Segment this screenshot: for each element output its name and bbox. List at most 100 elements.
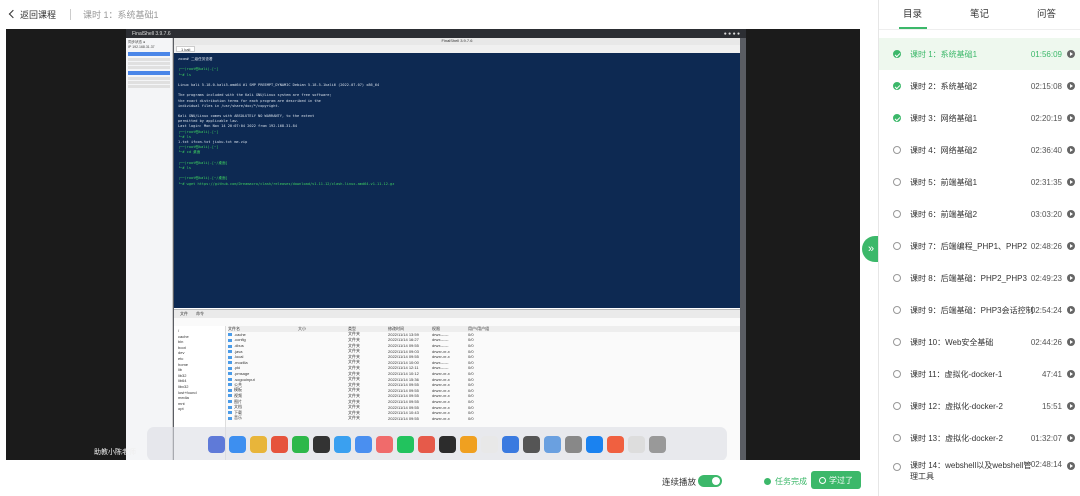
lesson-title: 课时 7：后端编程_PHP1、PHP2 [910, 241, 1027, 251]
back-to-course-link[interactable]: 返回课程 [8, 8, 56, 21]
lesson-duration: 02:31:35 [1030, 177, 1062, 187]
file-cell: drwxr-xr-x [432, 404, 450, 410]
play-icon[interactable] [1067, 462, 1075, 470]
file-name: .local [228, 354, 298, 359]
lesson-item[interactable]: 课时 5：前端基础1 02:31:35 [879, 166, 1080, 198]
folder-icon [228, 372, 232, 376]
check-circle-icon [893, 82, 901, 90]
play-icon[interactable] [1067, 434, 1075, 442]
video-player[interactable]: FinalShell 3.9.7.6 ● ● ● ● 同步状态 ● IP 192… [6, 29, 860, 460]
lesson-title: 课时 11：虚拟化-docker-1 [910, 369, 1003, 379]
learned-button[interactable]: 学过了 [811, 471, 861, 489]
process-bar [128, 85, 170, 88]
play-icon[interactable] [1067, 50, 1075, 58]
finalshell-sidebar: 同步状态 ● IP 192.168.31.37 [126, 38, 173, 460]
lesson-duration: 02:48:14 [1030, 460, 1062, 469]
file-manager-tabs: 文件 命令 [174, 310, 740, 318]
tab-notes[interactable]: 笔记 [946, 0, 1013, 29]
lesson-item[interactable]: 课时 4：网络基础2 02:36:40 [879, 134, 1080, 166]
file-cell: 0/0 [468, 399, 474, 405]
file-cell: drwxr-xr-x [432, 354, 450, 360]
menubar-app-name: FinalShell 3.9.7.6 [132, 30, 171, 37]
lesson-duration: 47:41 [1041, 369, 1062, 379]
lesson-item[interactable]: 课时 8：后端基础：PHP2_PHP3 02:49:23 [879, 262, 1080, 294]
play-icon[interactable] [1067, 146, 1075, 154]
folder-icon [228, 394, 232, 398]
lesson-item[interactable]: 课时 11：虚拟化-docker-1 47:41 [879, 358, 1080, 390]
folder-icon [228, 361, 232, 365]
lesson-item[interactable]: 课时 9：后端基础：PHP3会话控制 02:54:24 [879, 294, 1080, 326]
empty-circle-icon [893, 146, 901, 154]
lesson-item[interactable]: 课时 10：Web安全基础 02:44:26 [879, 326, 1080, 358]
lesson-title: 课时 13：虚拟化-docker-2 [910, 433, 1003, 443]
column-header: 用户/用户组 [468, 325, 490, 331]
file-cell: drwxr-xr-x [432, 371, 450, 377]
lesson-duration: 02:48:26 [1030, 241, 1062, 251]
double-chevron-right-icon: » [867, 243, 875, 255]
play-icon[interactable] [1067, 402, 1075, 410]
play-icon[interactable] [1067, 82, 1075, 90]
autoplay-toggle[interactable] [698, 475, 722, 487]
file-cell: 文件夹 [348, 415, 360, 421]
file-cell: drwx------ [432, 359, 449, 365]
file-cell: 2022/11/14 09:55 [388, 393, 419, 399]
lesson-title: 课时 2：系统基础2 [910, 81, 978, 91]
lesson-item[interactable]: 课时 6：前端基础2 03:03:20 [879, 198, 1080, 230]
file-tab: 文件 [180, 311, 188, 316]
file-cell: 0/0 [468, 354, 474, 360]
dock-app-icon [334, 435, 351, 453]
play-icon[interactable] [1067, 210, 1075, 218]
command-tab: 命令 [196, 311, 204, 316]
lesson-duration: 02:36:40 [1030, 145, 1062, 155]
lesson-duration: 03:03:20 [1030, 209, 1062, 219]
play-icon[interactable] [1067, 338, 1075, 346]
tab-catalog[interactable]: 目录 [879, 0, 946, 29]
lesson-duration: 01:32:07 [1030, 433, 1062, 443]
file-cell: 0/0 [468, 365, 474, 371]
lesson-title: 课时 8：后端基础：PHP2_PHP3 [910, 273, 1027, 283]
check-circle-icon [893, 114, 901, 122]
play-icon[interactable] [1067, 114, 1075, 122]
lesson-title: 课时 10：Web安全基础 [910, 337, 994, 347]
folder-icon [228, 411, 232, 415]
process-bar [128, 81, 170, 84]
terminal-tabs: 1 kali [174, 45, 740, 53]
sysinfo-line: IP 192.168.31.37 [128, 45, 155, 49]
lesson-title: 课时 4：网络基础2 [910, 145, 978, 155]
empty-circle-icon [893, 274, 901, 282]
file-name-text: 文档 [234, 404, 242, 410]
play-icon[interactable] [1067, 274, 1075, 282]
play-icon[interactable] [1067, 306, 1075, 314]
check-circle-icon [764, 478, 771, 485]
divider [70, 8, 72, 20]
folder-icon [228, 383, 232, 387]
file-cell: drwxr-xr-x [432, 348, 450, 354]
empty-circle-icon [893, 338, 901, 346]
file-cell: 0/0 [468, 382, 474, 388]
lesson-item[interactable]: 课时 14：webshell以及webshell管理工具 02:48:14 [879, 454, 1080, 494]
dock-app-icon [586, 435, 603, 453]
tab-qa[interactable]: 问答 [1013, 0, 1080, 29]
file-name-text: 下载 [234, 409, 242, 415]
file-cell: 2022/11/14 10:43 [388, 410, 419, 416]
file-cell: 2022/11/14 09:55 [388, 343, 419, 349]
file-name-text: 公共 [234, 381, 242, 387]
play-icon[interactable] [1067, 370, 1075, 378]
play-icon[interactable] [1067, 178, 1075, 186]
file-cell: 2022/11/14 15:36 [388, 376, 419, 382]
file-cell: drwxr-xr-x [432, 393, 450, 399]
play-icon[interactable] [1067, 242, 1075, 250]
folder-icon [228, 366, 232, 370]
lesson-item[interactable]: 课时 3：网络基础1 02:20:19 [879, 102, 1080, 134]
file-cell: 2022/11/14 09:55 [388, 382, 419, 388]
lesson-item[interactable]: 课时 7：后端编程_PHP1、PHP2 02:48:26 [879, 230, 1080, 262]
process-header [128, 71, 170, 75]
lesson-item[interactable]: 课时 12：虚拟化-docker-2 15:51 [879, 390, 1080, 422]
lesson-item[interactable]: 课时 13：虚拟化-docker-2 01:32:07 [879, 422, 1080, 454]
file-cell: 2022/11/14 09:55 [388, 404, 419, 410]
lesson-item[interactable]: 课时 1：系统基础1 01:56:09 [879, 38, 1080, 70]
terminal-output: zoom# 二级任务查看 ┌──(root㉿kali)-[~] └─# ls Linu… [174, 53, 740, 308]
video-caption: 助教小陈老师 [94, 449, 136, 456]
autoplay-label: 连续播放 [662, 477, 697, 487]
lesson-item[interactable]: 课时 2：系统基础2 02:15:08 [879, 70, 1080, 102]
